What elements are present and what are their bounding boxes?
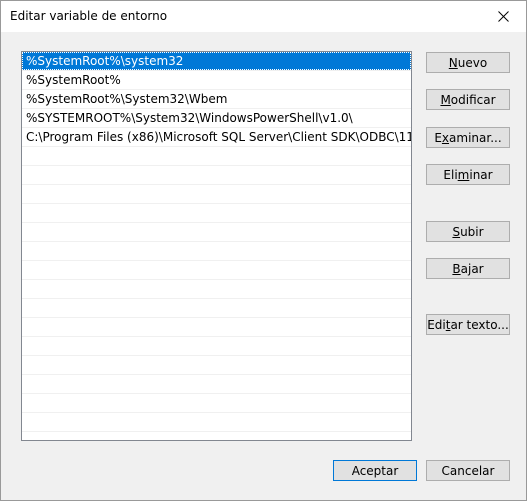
- list-item-selected[interactable]: %SystemRoot%\system32: [22, 52, 411, 71]
- dialog-window: Editar variable de entorno %SystemRoot%\…: [0, 0, 527, 501]
- empty-list-row[interactable]: [22, 166, 411, 185]
- modify-button-post: odificar: [450, 92, 496, 107]
- list-item[interactable]: %SystemRoot%\System32\Wbem: [22, 90, 411, 109]
- move-up-button-post: ubir: [460, 224, 484, 239]
- list-item[interactable]: %SYSTEMROOT%\System32\WindowsPowerShell\…: [22, 109, 411, 128]
- modify-button-key: M: [440, 92, 451, 107]
- title-bar[interactable]: Editar variable de entorno: [1, 1, 526, 32]
- list-item-text: %SystemRoot%\System32\Wbem: [26, 92, 228, 106]
- move-down-button-key: B: [452, 261, 461, 276]
- edit-text-button-pre: Edi: [427, 317, 446, 332]
- browse-button-pre: E: [434, 130, 442, 145]
- list-item[interactable]: C:\Program Files (x86)\Microsoft SQL Ser…: [22, 128, 411, 147]
- empty-list-row[interactable]: [22, 318, 411, 337]
- delete-button-key: m: [457, 167, 470, 182]
- move-down-button[interactable]: Bajar: [426, 258, 510, 279]
- empty-list-row[interactable]: [22, 147, 411, 166]
- new-button[interactable]: Nuevo: [426, 52, 510, 73]
- browse-button-key: x: [441, 130, 450, 145]
- empty-list-row[interactable]: [22, 375, 411, 394]
- close-button[interactable]: [481, 1, 526, 32]
- path-list[interactable]: %SystemRoot%\system32 %SystemRoot% %System…: [21, 51, 412, 441]
- edit-text-button[interactable]: Edi t ar texto...: [426, 314, 510, 335]
- delete-button-post: inar: [469, 167, 493, 182]
- list-item-text: %SYSTEMROOT%\System32\WindowsPowerShell\…: [26, 111, 353, 125]
- ok-button[interactable]: Aceptar: [333, 460, 417, 481]
- empty-list-row[interactable]: [22, 299, 411, 318]
- move-up-button-key: S: [452, 224, 461, 239]
- edit-text-button-post: ar texto...: [450, 317, 509, 332]
- empty-list-row[interactable]: [22, 204, 411, 223]
- delete-button[interactable]: Eli m inar: [426, 164, 510, 185]
- list-item[interactable]: %SystemRoot%: [22, 71, 411, 90]
- empty-list-row[interactable]: [22, 223, 411, 242]
- cancel-button-label: Cancelar: [441, 463, 495, 478]
- dialog-title: Editar variable de entorno: [10, 9, 168, 23]
- browse-button-post: aminar...: [449, 130, 502, 145]
- close-icon: [498, 11, 509, 22]
- empty-list-row[interactable]: [22, 242, 411, 261]
- empty-list-row[interactable]: [22, 413, 411, 432]
- empty-list-row[interactable]: [22, 337, 411, 356]
- empty-list-row[interactable]: [22, 185, 411, 204]
- ok-button-label: Aceptar: [351, 463, 399, 478]
- empty-list-row[interactable]: [22, 394, 411, 413]
- empty-list-row[interactable]: [22, 356, 411, 375]
- empty-list-row[interactable]: [22, 261, 411, 280]
- new-button-key: N: [448, 55, 458, 70]
- move-down-button-post: ajar: [460, 261, 484, 276]
- list-item-text: %SystemRoot%\system32: [26, 54, 184, 68]
- new-button-post: uevo: [457, 55, 488, 70]
- delete-button-pre: Eli: [443, 167, 458, 182]
- list-item-text: %SystemRoot%: [26, 73, 121, 87]
- modify-button[interactable]: Modificar: [426, 89, 510, 110]
- empty-list-row[interactable]: [22, 280, 411, 299]
- move-up-button[interactable]: Subir: [426, 221, 510, 242]
- cancel-button[interactable]: Cancelar: [426, 460, 510, 481]
- list-item-text: C:\Program Files (x86)\Microsoft SQL Ser…: [26, 130, 411, 144]
- browse-button[interactable]: Ex aminar...: [426, 127, 510, 148]
